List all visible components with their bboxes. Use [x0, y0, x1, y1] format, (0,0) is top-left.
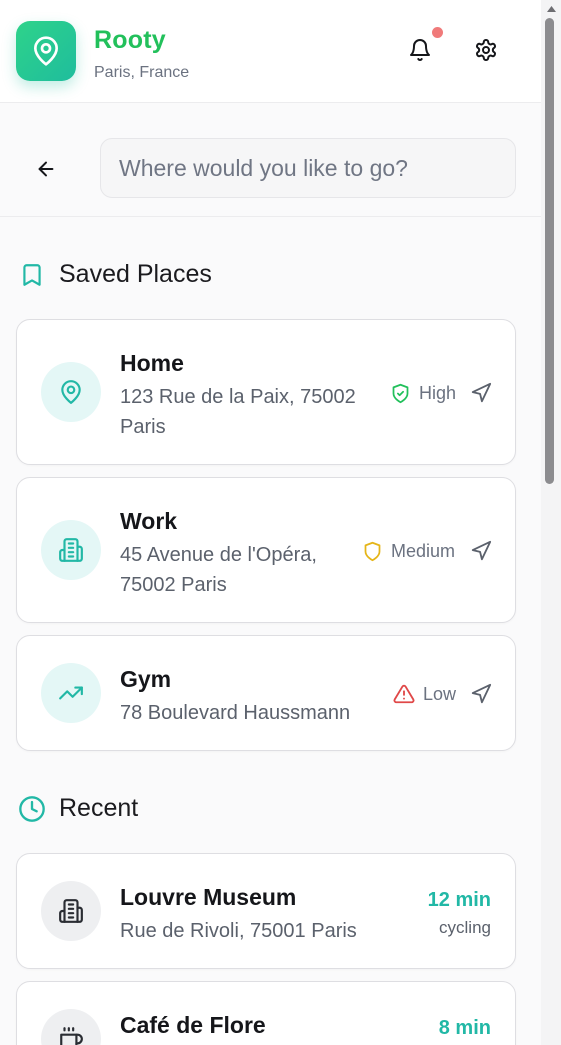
place-address: 123 Rue de la Paix, 75002 Paris: [120, 386, 356, 438]
place-icon-badge: [41, 362, 101, 422]
safety-level: Medium: [391, 540, 456, 561]
navigate-button[interactable]: [467, 379, 495, 407]
alert-triangle-icon: [393, 683, 415, 705]
clock-icon: [18, 795, 46, 823]
place-icon-badge: [41, 1009, 101, 1045]
place-name: Work: [120, 508, 178, 534]
scroll-up-arrow-icon[interactable]: [546, 4, 556, 14]
place-address: 45 Avenue de l'Opéra, 75002 Paris: [120, 544, 317, 596]
settings-button[interactable]: [470, 34, 502, 66]
saved-places-header: Saved Places: [18, 260, 212, 289]
place-name: Café de Flore: [120, 1012, 266, 1038]
safety-indicator: Medium: [361, 540, 455, 562]
map-pin-icon: [61, 380, 81, 404]
notification-badge: [432, 27, 443, 38]
gear-icon: [476, 39, 496, 61]
section-title-recent: Recent: [59, 794, 139, 822]
current-location: Paris, France: [94, 64, 190, 81]
recent-place-card[interactable]: Café de Flore 8 min: [16, 981, 516, 1045]
map-pin-icon: [34, 36, 58, 66]
scrollbar-thumb[interactable]: [545, 18, 554, 484]
building-icon: [59, 899, 83, 923]
safety-level: High: [419, 382, 457, 403]
search-field[interactable]: [100, 138, 516, 198]
navigation-icon: [471, 540, 492, 561]
app-header: Rooty Paris, France: [0, 0, 541, 103]
vertical-scrollbar[interactable]: [541, 0, 561, 1045]
saved-place-card-work[interactable]: Work 45 Avenue de l'Opéra, 75002 Paris M…: [16, 477, 516, 623]
section-title-saved-places: Saved Places: [59, 260, 212, 288]
navigation-icon: [471, 382, 492, 403]
saved-place-card-gym[interactable]: Gym 78 Boulevard Haussmann Low: [16, 635, 516, 751]
navigate-button[interactable]: [467, 537, 495, 565]
place-icon-badge: [41, 881, 101, 941]
shield-icon: [361, 540, 383, 562]
safety-level: Low: [423, 683, 457, 704]
place-icon-badge: [41, 520, 101, 580]
arrow-left-icon: [38, 161, 54, 177]
travel-mode: cycling: [439, 918, 491, 937]
safety-indicator: Low: [393, 683, 456, 705]
trending-up-icon: [59, 686, 83, 700]
place-icon-badge: [41, 663, 101, 723]
search-input[interactable]: [119, 154, 497, 182]
safety-indicator: High: [389, 382, 456, 404]
place-address: 78 Boulevard Haussmann: [120, 702, 351, 724]
recent-header: Recent: [18, 794, 138, 823]
back-button[interactable]: [28, 153, 64, 185]
notifications-button[interactable]: [404, 34, 436, 66]
building-icon: [59, 538, 83, 562]
search-bar-row: [0, 103, 541, 217]
shield-check-icon: [389, 382, 411, 404]
place-name: Home: [120, 350, 184, 376]
place-address: Rue de Rivoli, 75001 Paris: [120, 920, 357, 942]
coffee-icon: [60, 1027, 83, 1045]
bell-icon: [410, 39, 430, 61]
bookmark-icon: [18, 261, 46, 289]
place-name: Louvre Museum: [120, 884, 297, 910]
navigate-button[interactable]: [467, 680, 495, 708]
place-name: Gym: [120, 666, 172, 692]
app-logo: [16, 21, 76, 81]
saved-place-card-home[interactable]: Home 123 Rue de la Paix, 75002 Paris Hig…: [16, 319, 516, 465]
travel-duration: 12 min: [427, 889, 491, 911]
app-screen: Rooty Paris, France Where would you like…: [0, 0, 541, 1045]
app-title: Rooty: [94, 26, 166, 54]
navigation-icon: [471, 683, 492, 704]
travel-estimate: 8 min: [439, 1017, 491, 1040]
travel-estimate: 12 min cycling: [428, 889, 491, 938]
travel-duration: 8 min: [438, 1017, 491, 1039]
recent-place-card[interactable]: Louvre Museum Rue de Rivoli, 75001 Paris…: [16, 853, 516, 969]
